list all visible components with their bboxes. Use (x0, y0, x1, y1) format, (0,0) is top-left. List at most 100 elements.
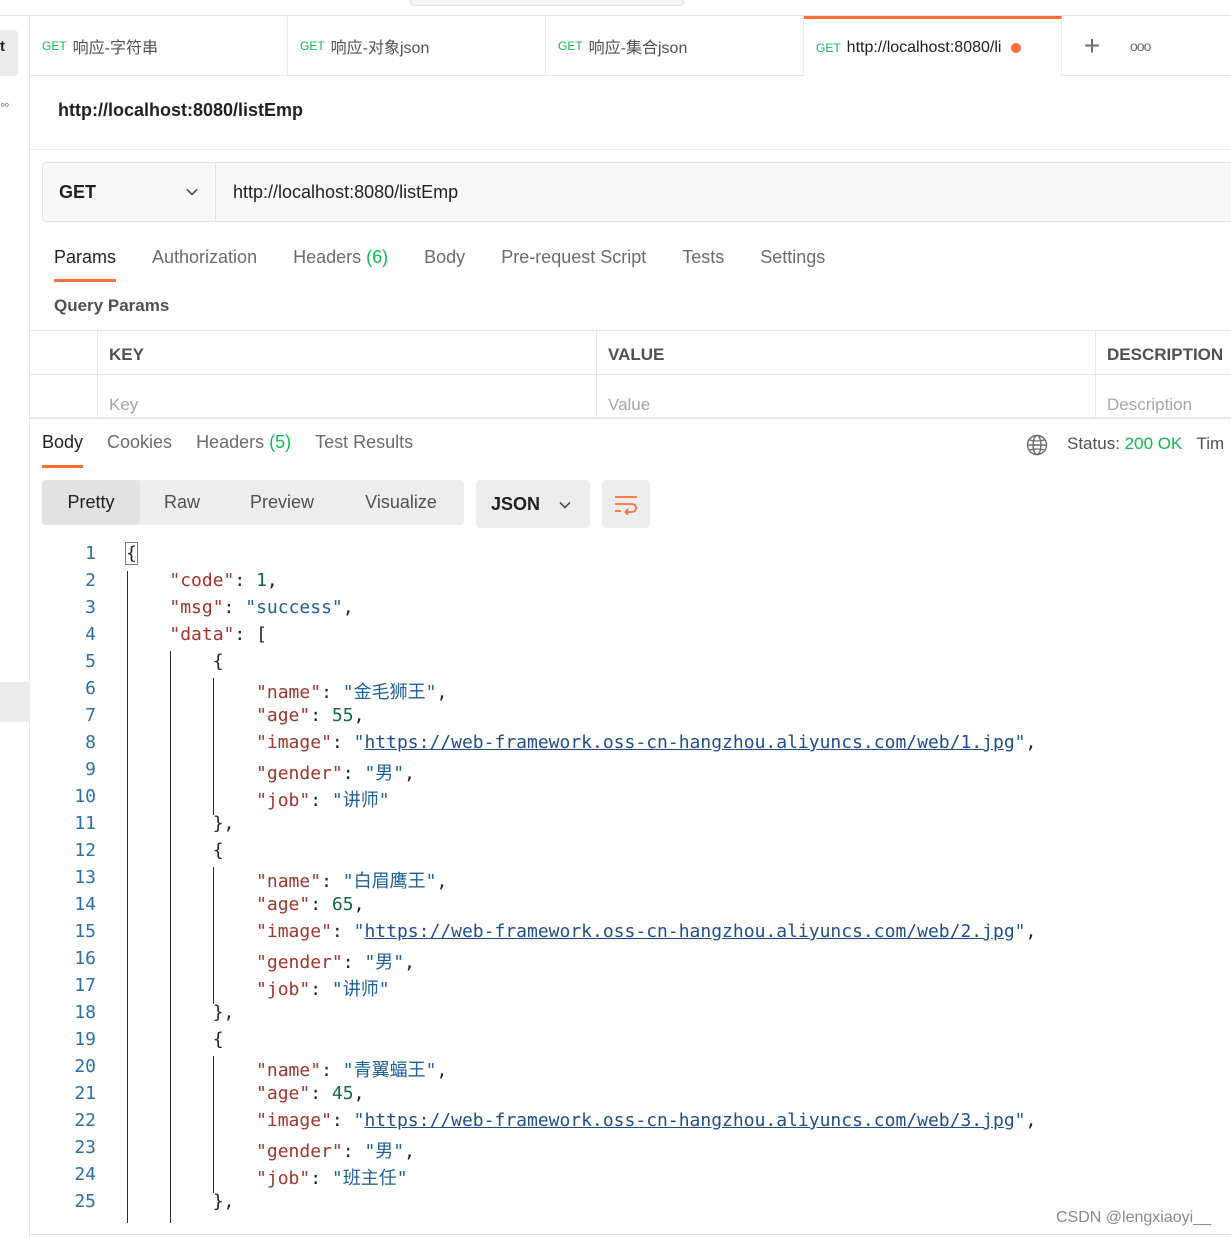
line-number: 16 (74, 948, 96, 969)
code-line: 14 "age": 65, (30, 894, 1231, 921)
response-tab-cookies[interactable]: Cookies (107, 432, 172, 468)
code-text: "gender": "男", (256, 1141, 415, 1162)
format-raw-button[interactable]: Raw (140, 480, 224, 525)
code-line: 21 "age": 45, (30, 1083, 1231, 1110)
http-method-select[interactable]: GET (43, 163, 216, 221)
code-text: "job": "讲师" (256, 979, 390, 1000)
code-text: "image": "https://web-framework.oss-cn-h… (256, 921, 1037, 942)
code-line: 24 "job": "班主任" (30, 1164, 1231, 1191)
tab-method-badge: GET (42, 39, 67, 53)
tab-label: 响应-字符串 (72, 40, 159, 57)
code-text: "job": "班主任" (256, 1168, 408, 1189)
response-tab-body[interactable]: Body (42, 432, 84, 468)
code-text: "image": "https://web-framework.oss-cn-h… (256, 732, 1037, 753)
line-number: 22 (74, 1110, 96, 1131)
response-format-toggle: Pretty Raw Preview Visualize (42, 480, 464, 525)
request-title[interactable]: http://localhost:8080/listEmp (58, 100, 303, 121)
code-text: "name": "青翼蝠王", (256, 1060, 448, 1081)
format-pretty-button[interactable]: Pretty (42, 480, 140, 525)
status-label: Status: (1067, 434, 1120, 453)
line-number: 18 (74, 1002, 96, 1023)
code-line: 20 "name": "青翼蝠王", (30, 1056, 1231, 1083)
line-number: 24 (74, 1164, 96, 1185)
chevron-down-icon (186, 188, 198, 196)
headers-count-badge: (6) (366, 247, 389, 267)
request-tab-bar: GET 响应-字符串 GET 响应-对象json GET 响应-集合json G… (30, 16, 1231, 76)
line-number: 5 (85, 651, 96, 672)
column-header-key: KEY (109, 345, 144, 364)
request-tab[interactable]: GET 响应-集合json (546, 16, 804, 76)
tab-label: 响应-集合json (588, 40, 688, 57)
line-number: 20 (74, 1056, 96, 1077)
format-visualize-button[interactable]: Visualize (340, 480, 462, 525)
response-body-code-view[interactable]: 1{2 "code": 1, 3 "msg": "success", 4 "data… (30, 542, 1231, 1233)
new-tab-plus-icon[interactable]: + (1080, 26, 1104, 66)
request-tab[interactable]: GET 响应-字符串 (30, 16, 288, 76)
sidebar-collection-label[interactable]: t (0, 30, 18, 76)
code-text: "job": "讲师" (256, 790, 390, 811)
url-input[interactable] (217, 163, 1231, 221)
url-bar: GET (42, 162, 1231, 222)
code-line: 10 "job": "讲师" (30, 786, 1231, 813)
divider (30, 418, 1231, 419)
tab-settings[interactable]: Settings (760, 244, 825, 284)
line-number: 1 (85, 543, 96, 564)
code-line: 18 }, (30, 1002, 1231, 1029)
request-tab[interactable]: GET 响应-对象json (288, 16, 546, 76)
globe-icon[interactable] (1026, 434, 1048, 456)
code-text: { (125, 542, 138, 565)
tab-params[interactable]: Params (54, 244, 117, 284)
code-text: "gender": "男", (256, 763, 415, 784)
line-number: 12 (74, 840, 96, 861)
response-tab-headers[interactable]: Headers (5) (196, 432, 291, 468)
code-text: "gender": "男", (256, 952, 415, 973)
tab-tests[interactable]: Tests (682, 244, 724, 284)
code-line: 13 "name": "白眉鹰王", (30, 867, 1231, 894)
sidebar-active-item[interactable] (0, 682, 30, 722)
line-number: 4 (85, 624, 96, 645)
code-line: 4 "data": [ (30, 624, 1231, 651)
tab-pre-request-script[interactable]: Pre-request Script (501, 244, 646, 284)
request-config-tabs: Params Authorization Headers (6) Body Pr… (54, 244, 861, 284)
response-tabs: Body Cookies Headers (5) Test Results (42, 432, 437, 468)
code-line: 5 { (30, 651, 1231, 678)
code-text: }, (126, 813, 235, 834)
sidebar-more-icon[interactable]: °° (0, 100, 9, 115)
line-number: 21 (74, 1083, 96, 1104)
tab-authorization[interactable]: Authorization (152, 244, 257, 284)
code-line: 16 "gender": "男", (30, 948, 1231, 975)
line-number: 25 (74, 1191, 96, 1212)
http-method-value: GET (59, 181, 97, 202)
line-number: 10 (74, 786, 96, 807)
code-line: 6 "name": "金毛狮王", (30, 678, 1231, 705)
code-text: { (126, 840, 224, 861)
code-text: "age": 65, (256, 894, 365, 915)
line-number: 8 (85, 732, 96, 753)
request-tab-active[interactable]: GET http://localhost:8080/li (804, 16, 1062, 76)
code-text: "name": "金毛狮王", (256, 682, 448, 703)
language-select[interactable]: JSON (476, 480, 590, 528)
tab-more-options-icon[interactable]: ooo (1130, 26, 1151, 66)
line-number: 11 (74, 813, 96, 834)
code-text: { (126, 1029, 224, 1050)
code-text: "image": "https://web-framework.oss-cn-h… (256, 1110, 1037, 1131)
tab-headers[interactable]: Headers (6) (293, 244, 388, 284)
code-line: 11 }, (30, 813, 1231, 840)
divider (30, 1234, 1231, 1235)
table-header-row: KEY VALUE DESCRIPTION (30, 331, 1231, 375)
window-top-strip (0, 0, 1231, 16)
code-line: 7 "age": 55, (30, 705, 1231, 732)
global-search-bar[interactable] (410, 0, 684, 6)
wrap-lines-button[interactable] (602, 480, 650, 528)
code-line: 22 "image": "https://web-framework.oss-c… (30, 1110, 1231, 1137)
wrap-lines-icon (615, 496, 637, 515)
tab-body[interactable]: Body (424, 244, 465, 284)
response-status[interactable]: Status: 200 OK Tim (1067, 434, 1224, 454)
code-line: 12 { (30, 840, 1231, 867)
format-preview-button[interactable]: Preview (224, 480, 340, 525)
line-number: 15 (74, 921, 96, 942)
response-tab-test-results[interactable]: Test Results (315, 432, 413, 468)
unsaved-changes-dot-icon (1011, 42, 1022, 53)
query-params-heading: Query Params (54, 296, 170, 315)
line-number: 19 (74, 1029, 96, 1050)
